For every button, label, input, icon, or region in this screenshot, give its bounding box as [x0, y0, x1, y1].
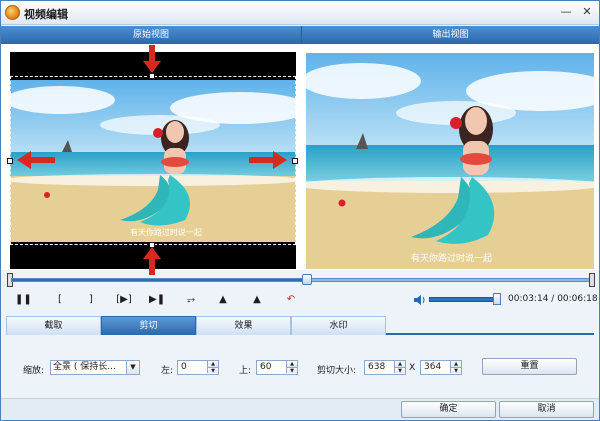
title-bar[interactable]: 视频编辑 — ✕ [1, 1, 599, 25]
top-stepper-value: 60 [260, 362, 272, 372]
reset-button[interactable]: 重置 [482, 358, 577, 375]
spin-down-icon[interactable]: ▼ [286, 367, 297, 374]
top-stepper[interactable]: 60 ▲ ▼ [256, 360, 298, 375]
crop-height-value: 364 [424, 362, 442, 372]
crop-handle-right[interactable] [292, 158, 298, 164]
mark-out-icon[interactable]: ] [83, 292, 99, 308]
total-time: 00:06:18 [557, 294, 598, 304]
spin-down-icon[interactable]: ▼ [394, 367, 405, 374]
crop-height-stepper[interactable]: 364 ▲ ▼ [420, 360, 462, 375]
rotate-left-icon[interactable]: ▲ [215, 292, 231, 308]
output-view-header: 输出视图 [301, 26, 599, 44]
playback-controls: ❚❚ [ ] [▶] ▶❚ ⥅ ▲ ▲ ↶ 00:03:14 / 00:06:1… [1, 290, 599, 310]
app-icon [5, 5, 20, 20]
cancel-button[interactable]: 取消 [499, 401, 594, 418]
undo-icon[interactable]: ↶ [283, 292, 299, 308]
rotate-right-icon[interactable]: ▲ [249, 292, 265, 308]
ok-button[interactable]: 确定 [401, 401, 496, 418]
beach-scene-output-image: 有天你路过时说一起 [306, 53, 594, 269]
subtitle-text-right: 有天你路过时说一起 [411, 252, 492, 263]
tab-watermark[interactable]: 水印 [291, 316, 386, 335]
timeline[interactable] [7, 273, 595, 287]
left-label: 左: [161, 366, 174, 376]
crop-width-stepper[interactable]: 638 ▲ ▼ [364, 360, 406, 375]
window-title: 视频编辑 [24, 8, 68, 21]
crop-handle-left[interactable] [7, 158, 13, 164]
spin-down-icon[interactable]: ▼ [450, 367, 461, 374]
pause-icon[interactable]: ❚❚ [15, 292, 32, 308]
close-icon[interactable]: ✕ [579, 4, 595, 20]
output-video-frame: 有天你路过时说一起 [306, 53, 594, 269]
flip-vertical-icon[interactable]: ⥅ [183, 292, 199, 308]
volume-slider-thumb[interactable] [493, 293, 501, 305]
crop-size-label: 剪切大小: [317, 366, 357, 376]
minimize-icon[interactable]: — [558, 4, 574, 20]
crop-size-separator: X [409, 363, 416, 373]
next-frame-icon[interactable]: ▶❚ [149, 292, 165, 308]
arrow-bottom-icon [143, 247, 161, 275]
current-time: 00:03:14 [508, 294, 549, 304]
timeline-progress [12, 279, 307, 281]
zoom-select-value: 全景 ( 保持长... [53, 362, 116, 372]
mark-in-icon[interactable]: [ [52, 292, 68, 308]
original-view-header: 原始视图 [1, 26, 301, 44]
spin-down-icon[interactable]: ▼ [207, 367, 218, 374]
play-selection-icon[interactable]: [▶] [116, 292, 132, 308]
left-stepper-value: 0 [181, 362, 187, 372]
subtitle-text-left: 有天你路过时说一起 [130, 227, 202, 237]
zoom-select[interactable]: 全景 ( 保持长... ▼ [50, 360, 140, 375]
tab-crop[interactable]: 剪切 [101, 316, 196, 335]
crop-handle-top[interactable] [149, 73, 155, 79]
tab-trim[interactable]: 截取 [6, 316, 101, 335]
volume-slider[interactable] [429, 297, 501, 302]
video-edit-window: 视频编辑 — ✕ 原始视图 输出视图 有天你路过时说一起 有天你路过时说一起 ❚… [0, 0, 600, 421]
crop-width-value: 638 [368, 362, 386, 372]
left-stepper[interactable]: 0 ▲ ▼ [177, 360, 219, 375]
time-display: 00:03:14 / 00:06:18 [508, 294, 598, 304]
tab-effects[interactable]: 效果 [196, 316, 291, 335]
chevron-down-icon[interactable]: ▼ [126, 361, 139, 374]
top-label: 上: [239, 366, 252, 376]
edit-tabs: 截取 剪切 效果 水印 [6, 316, 594, 335]
volume-icon[interactable] [414, 294, 426, 306]
time-separator: / [548, 294, 558, 304]
arrow-right-icon [249, 151, 287, 169]
arrow-left-icon [17, 151, 55, 169]
timeline-playhead[interactable] [301, 274, 312, 285]
timeline-end-marker[interactable] [589, 273, 595, 287]
arrow-top-icon [143, 45, 161, 73]
zoom-label: 缩放: [23, 366, 45, 376]
